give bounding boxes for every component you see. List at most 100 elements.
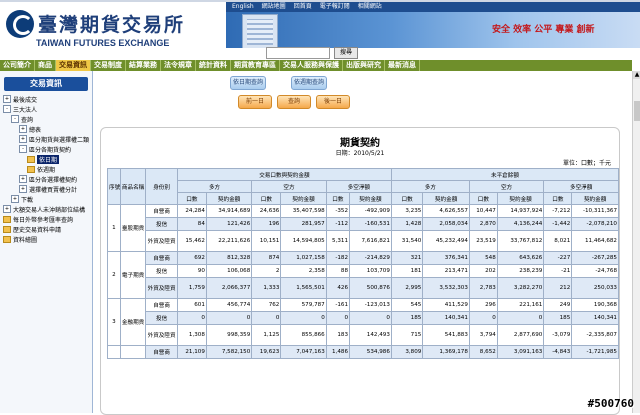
taifex-logo[interactable]: 臺灣期貨交易所 TAIWAN FUTURES EXCHANGE [6, 8, 216, 54]
nav-publications[interactable]: 出版與研究 [343, 60, 385, 71]
side-header: 多空淨額 [543, 180, 619, 193]
table-cell: 221,161 [496, 298, 545, 312]
nav-products[interactable]: 商品 [35, 60, 56, 71]
table-cell: 1,333 [251, 277, 282, 299]
table-cell: -161 [325, 298, 351, 312]
nav-clearing[interactable]: 結算業務 [126, 60, 161, 71]
sidebar-item-two-categories[interactable]: + 區分期貨與選擇權二類 [3, 134, 92, 144]
link-newsletter[interactable]: 電子報訂閱 [320, 2, 350, 12]
query-button[interactable]: 查詢 [277, 95, 311, 109]
table-cell: 45,232,494 [422, 230, 470, 252]
table-body: 序號 商品名稱 身份別 交易口數與契約金額 未平倉餘額 多方 空方 多空淨額 多… [107, 168, 620, 359]
collapse-icon[interactable]: - [11, 115, 19, 123]
cell-role: 自營商 [145, 298, 178, 312]
table-cell: -2,335,807 [571, 324, 619, 346]
expand-icon[interactable]: + [3, 95, 11, 103]
table-cell: 0 [468, 311, 498, 325]
table-cell: 411,529 [422, 298, 470, 312]
table-cell: -2,078,210 [571, 217, 619, 231]
sidebar-item-summary[interactable]: + 總表 [3, 124, 92, 134]
table-cell: -4,843 [543, 345, 573, 359]
nav-trading-rules[interactable]: 交易制度 [91, 60, 126, 71]
link-english[interactable]: English [232, 2, 254, 12]
sidebar-item-institutional[interactable]: - 三大法人 [3, 104, 92, 114]
nav-education[interactable]: 期貨教育專區 [231, 60, 280, 71]
nav-company[interactable]: 公司簡介 [0, 60, 35, 71]
tab-by-date[interactable]: 依日期查詢 [230, 76, 266, 90]
cell-row-number: 1 [107, 204, 121, 252]
collapse-icon[interactable]: - [3, 105, 11, 113]
table-cell: 33,767,812 [496, 230, 545, 252]
table-cell: 2,870 [468, 217, 498, 231]
header-banner: 安全 效率 公平 專業 創新 [226, 12, 640, 48]
table-cell: 88 [325, 264, 351, 278]
sidebar-item-history-request[interactable]: 歷史交易資料申請 [3, 224, 92, 234]
sidebar-item-fx-rates[interactable]: 每日外幣參考匯率查詢 [3, 214, 92, 224]
search-button[interactable]: 搜尋 [334, 47, 358, 59]
table-cell: 1,027,158 [280, 251, 327, 265]
sidebar: 交易資訊 + 最後成交 - 三大法人 - 查詢 + 總表 + 區分期貨與選擇權二類 - 區分… [0, 71, 93, 413]
table-cell: 2,358 [280, 264, 327, 278]
expand-icon[interactable]: + [19, 125, 27, 133]
sidebar-item-by-period[interactable]: 依週期 [3, 164, 92, 174]
site-header: 臺灣期貨交易所 TAIWAN FUTURES EXCHANGE English … [0, 2, 640, 60]
nav-statistics[interactable]: 統計資料 [196, 60, 231, 71]
sidebar-item-last-trade[interactable]: + 最後成交 [3, 94, 92, 104]
table-cell: 7,582,150 [205, 345, 253, 359]
sidebar-item-call-put[interactable]: + 選擇權買賣權分計 [3, 184, 92, 194]
table-cell: 456,774 [205, 298, 253, 312]
scroll-thumb[interactable] [634, 101, 640, 121]
expand-icon[interactable]: + [11, 195, 19, 203]
next-day-button[interactable]: 後一日 [316, 95, 350, 109]
table-cell: -214,829 [349, 251, 392, 265]
expand-icon[interactable]: + [19, 135, 27, 143]
vertical-scrollbar[interactable]: ▲ [632, 71, 640, 413]
sidebar-item-by-date[interactable]: 依日期 [3, 154, 92, 164]
cell-row-number: 2 [107, 251, 121, 299]
table-cell: 0 [205, 311, 253, 325]
table-cell: 1,125 [251, 324, 282, 346]
nav-news[interactable]: 最新消息 [385, 60, 420, 71]
cell-product-name: 臺股期貨 [119, 204, 147, 252]
scroll-up-icon[interactable]: ▲ [633, 71, 640, 79]
table-cell: 0 [280, 311, 327, 325]
sidebar-item-options-contracts[interactable]: + 區分各選擇權契約 [3, 174, 92, 184]
search-input[interactable] [266, 47, 330, 59]
tab-by-period[interactable]: 依週期查詢 [291, 76, 327, 90]
col-header: 口數 [468, 192, 498, 205]
table-cell: 1,565,501 [280, 277, 327, 299]
prev-day-button[interactable]: 前一日 [238, 95, 272, 109]
collapse-icon[interactable]: - [19, 145, 27, 153]
table-cell: 281,957 [280, 217, 327, 231]
page-icon [3, 235, 11, 243]
table-cell: -160,531 [349, 217, 392, 231]
expand-icon[interactable]: + [19, 175, 27, 183]
nav-regulations[interactable]: 法令規章 [161, 60, 196, 71]
table-cell: 812,328 [205, 251, 253, 265]
sidebar-item-large-traders[interactable]: + 大額交易人未沖銷部位結構 [3, 204, 92, 214]
col-header: 契約金額 [571, 192, 619, 205]
table-cell: 2,066,377 [205, 277, 253, 299]
table-cell: 426 [325, 277, 351, 299]
table-row: 投信 84 121,426 196 281,957 -112 -160,531 1,428 2,… [108, 217, 619, 231]
sidebar-item-query[interactable]: - 查詢 [3, 114, 92, 124]
sidebar-item-futures-contracts[interactable]: - 區分各期貨契約 [3, 144, 92, 154]
table-row: 投信 0 0 0 0 0 0 185 140,341 0 0 185 140,341 [108, 311, 619, 325]
link-home[interactable]: 回首頁 [294, 2, 312, 12]
table-cell: -3,079 [543, 324, 573, 346]
nav-trading-info[interactable]: 交易資訊 [56, 60, 91, 71]
sidebar-item-download[interactable]: + 下載 [3, 194, 92, 204]
table-cell: 1,486 [325, 345, 351, 359]
table-cell: 7,047,163 [280, 345, 327, 359]
table-cell: 15,462 [176, 230, 207, 252]
link-related-sites[interactable]: 相關網站 [358, 2, 382, 12]
futures-table: 序號 商品名稱 身份別 交易口數與契約金額 未平倉餘額 多方 空方 多空淨額 多… [107, 168, 620, 359]
table-cell: -1,721,985 [571, 345, 619, 359]
expand-icon[interactable]: + [3, 205, 11, 213]
table-cell: 190,368 [571, 298, 619, 312]
link-sitemap[interactable]: 網站地圖 [262, 2, 286, 12]
nav-investor-protection[interactable]: 交易人服務與保護 [280, 60, 343, 71]
expand-icon[interactable]: + [19, 185, 27, 193]
table-cell: 548 [468, 251, 498, 265]
sidebar-item-charting[interactable]: 資料繪圖 [3, 234, 92, 244]
